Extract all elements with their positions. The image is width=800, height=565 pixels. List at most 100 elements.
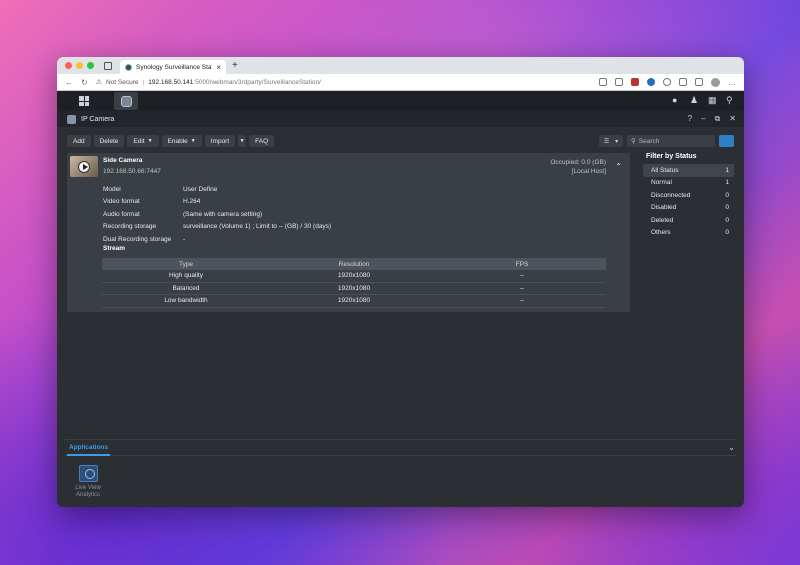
property-row: Dual Recording storage - [103,233,331,246]
tab-applications[interactable]: Applications [67,440,111,456]
double-chevron-down-icon[interactable]: ⌄ [728,443,735,452]
reload-icon[interactable]: ↻ [81,78,88,87]
user-icon[interactable]: ♟ [690,95,700,105]
stream-table-header: Type Resolution FPS [102,258,606,270]
filter-panel-toggle-button[interactable] [719,135,734,147]
ip-camera-logo-icon [67,114,76,124]
search-icon[interactable]: ⚲ [726,95,736,105]
header-resolution[interactable]: Resolution [270,261,438,268]
favorites-icon[interactable] [679,78,687,86]
url-host: 192.168.50.141 [148,78,194,86]
camera-thumbnail[interactable] [70,156,98,177]
dsm-tray: ● ♟ ▦ ⚲ [672,95,736,105]
camera-toolbar: Add Delete Edit ▼ Enable ▼ Import ▼ FAQ [67,135,275,147]
property-key: Video format [103,198,140,206]
filter-count: 0 [725,191,729,199]
host-label: [Local Host] [571,168,606,175]
table-row[interactable]: Balanced 1920x1080 -- [102,283,606,295]
back-arrow-icon[interactable]: ← [65,78,73,87]
filter-count: 0 [725,216,729,224]
extension-round-icon[interactable] [663,78,671,86]
url-path: :5000/webman/3rdparty/SurveillanceStatio… [193,78,321,86]
filter-label: Disabled [651,204,677,212]
import-label: Import [210,137,230,145]
add-button[interactable]: Add [67,135,91,147]
chevron-down-icon: ▼ [190,138,196,144]
camera-name: Side Camera [103,157,143,164]
filter-count: 0 [725,229,729,237]
filter-count: 0 [725,204,729,212]
delete-button[interactable]: Delete [93,135,125,147]
url-field[interactable]: ⚠ Not Secure | 192.168.50.141:5000/webma… [96,78,591,87]
restore-button[interactable]: ⧉ [715,114,721,124]
faq-button[interactable]: FAQ [249,135,275,147]
read-aloud-icon[interactable] [599,78,607,86]
filter-by-status-panel: Filter by Status All Status 1 Normal 1 Dis… [643,153,734,239]
property-value: User Define [183,185,218,193]
collections-icon[interactable] [695,78,703,86]
table-row[interactable]: Low bandwidth 1920x1080 -- [102,295,606,308]
filter-count: 1 [725,166,729,174]
app-label-line-2: Analytics [75,492,100,498]
stream-table: Type Resolution FPS High quality 1920x10… [102,258,606,308]
stream-resolution: 1920x1080 [337,284,371,292]
search-icon: ⚲ [631,138,636,145]
surveillance-app-taskbar-icon[interactable] [114,92,138,110]
extension-blue-icon[interactable] [647,78,655,86]
filter-item-all-status[interactable]: All Status 1 [643,164,734,177]
app-label-line-1: Live View [75,485,101,491]
main-menu-grid-icon[interactable] [79,96,89,106]
widgets-icon[interactable]: ▦ [708,95,718,105]
stream-section-title: Stream [103,245,126,252]
live-view-analytics-app[interactable]: Live View Analytics [73,465,103,499]
property-value: - [183,235,186,243]
filter-item-deleted[interactable]: Deleted 0 [643,214,734,227]
import-button[interactable]: Import [204,135,236,147]
enable-button[interactable]: Enable ▼ [161,135,202,147]
tab-overview-icon[interactable] [104,61,112,70]
enable-label: Enable [167,137,188,145]
browser-window: Synology Surveillance Station × + ← ↻ ⚠ … [57,57,744,507]
browser-tab[interactable]: Synology Surveillance Station × [120,60,226,74]
edit-button[interactable]: Edit ▼ [127,135,159,147]
table-row[interactable]: High quality 1920x1080 -- [102,270,606,283]
import-dropdown-button[interactable]: ▼ [238,135,247,147]
play-icon[interactable] [78,160,90,173]
favorite-star-icon[interactable] [615,78,623,86]
tab-title: Synology Surveillance Station [136,63,212,71]
filter-label: Normal [651,179,672,187]
minimize-button[interactable]: – [701,114,705,124]
property-row: Audio format (Same with camera setting) [103,208,331,221]
window-controls [65,62,94,69]
filter-item-disabled[interactable]: Disabled 0 [643,202,734,215]
app-window-controls: ? – ⧉ ✕ [688,114,736,124]
collapse-chevron-icon[interactable]: ⌃ [615,162,622,171]
search-input[interactable] [638,137,709,145]
tab-close-icon[interactable]: × [216,63,221,72]
chat-icon[interactable]: ● [672,95,682,105]
delete-label: Delete [99,137,119,145]
camera-properties: Model User Define Video format H.264 Audio… [103,183,331,246]
live-view-analytics-icon [78,465,98,482]
extension-icon[interactable] [631,78,639,86]
help-button[interactable]: ? [688,114,692,124]
minimize-window-button[interactable] [76,62,83,69]
view-mode-button[interactable]: ☰ ▾ [599,135,623,147]
camera-detail-panel[interactable]: Side Camera 192.168.50.66:7447 Occupied:… [67,153,630,312]
property-key: Model [103,185,121,193]
property-row: Model User Define [103,183,331,196]
filter-item-disconnected[interactable]: Disconnected 0 [643,189,734,202]
header-type[interactable]: Type [102,261,270,268]
more-menu-icon[interactable]: … [728,78,736,87]
add-label: Add [73,137,85,145]
zoom-window-button[interactable] [87,62,94,69]
new-tab-button[interactable]: + [232,60,238,71]
close-window-button[interactable] [65,62,72,69]
profile-avatar[interactable] [711,77,720,87]
filter-item-others[interactable]: Others 0 [643,227,734,240]
url-separator: | [142,78,145,86]
filter-item-normal[interactable]: Normal 1 [643,177,734,190]
close-button[interactable]: ✕ [729,114,736,124]
header-fps[interactable]: FPS [438,261,606,268]
address-bar: ← ↻ ⚠ Not Secure | 192.168.50.141:5000/w… [57,74,744,91]
